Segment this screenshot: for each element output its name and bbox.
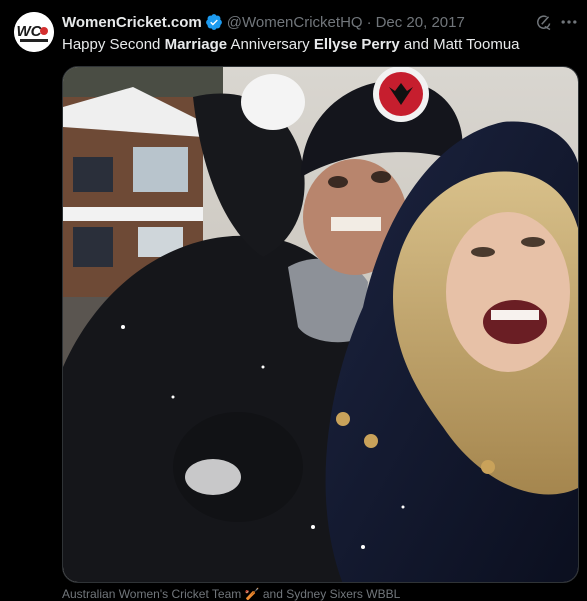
author-handle[interactable]: @WomenCricketHQ <box>227 14 363 31</box>
truncated-bio-line: Australian Women's Cricket Team 🏏 and Sy… <box>62 587 401 601</box>
text-segment-bold[interactable]: Ellyse Perry <box>314 36 400 53</box>
tweet-photo[interactable] <box>62 66 579 583</box>
author-display-name[interactable]: WomenCricket.com <box>62 14 202 31</box>
tweet-header: WomenCricket.com @WomenCricketHQ · Dec 2… <box>62 12 573 32</box>
text-segment: Anniversary <box>227 36 314 53</box>
tweet-text: Happy Second Marriage Anniversary Ellyse… <box>62 35 573 55</box>
avatar[interactable]: WC <box>14 12 54 52</box>
photo-illustration <box>63 67 578 582</box>
tweet[interactable]: WC WomenCricket.com @WomenCricketHQ · De… <box>0 0 587 601</box>
more-icon[interactable] <box>559 12 579 32</box>
avatar-logo-icon: WC <box>14 12 54 52</box>
tweet-date[interactable]: Dec 20, 2017 <box>376 14 465 31</box>
avatar-text: WC <box>17 23 43 40</box>
verified-badge-icon <box>205 14 222 30</box>
text-segment: and Matt Toomua <box>399 36 520 53</box>
text-segment-bold[interactable]: Marriage <box>165 36 228 53</box>
grok-icon[interactable] <box>535 13 553 31</box>
separator-dot: · <box>366 13 372 31</box>
text-segment: Happy Second <box>62 36 165 53</box>
